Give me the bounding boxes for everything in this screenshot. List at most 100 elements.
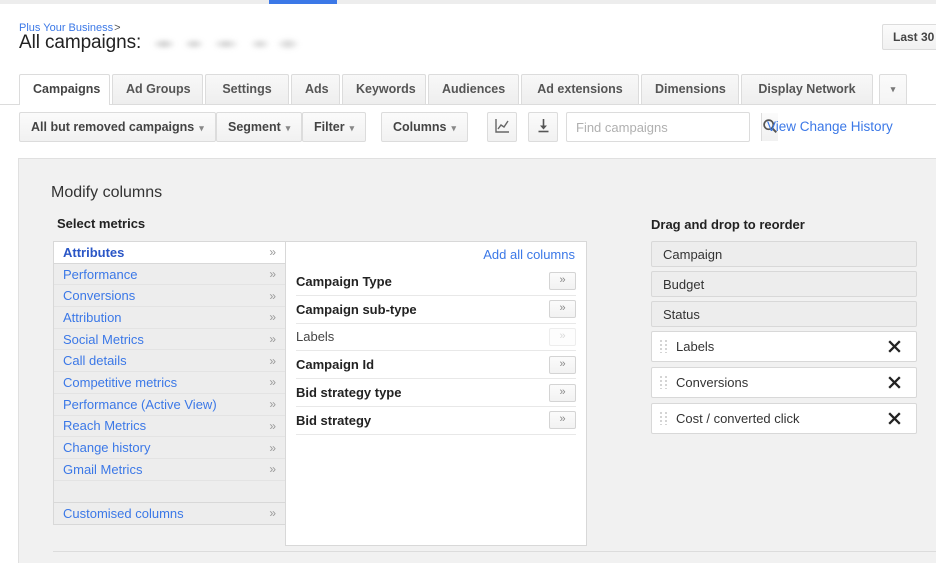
tab-label: Campaigns bbox=[33, 82, 101, 96]
double-chevron-right-icon: » bbox=[269, 506, 276, 521]
selected-column-label: Status bbox=[663, 306, 700, 322]
tab-ad-extensions[interactable]: Ad extensions bbox=[521, 74, 639, 104]
double-chevron-right-icon: » bbox=[269, 440, 276, 455]
metric-row: Bid strategy » bbox=[296, 407, 576, 435]
metric-category-attribution[interactable]: Attribution » bbox=[54, 307, 286, 329]
segment-label: Segment bbox=[228, 120, 281, 134]
campaign-search bbox=[566, 112, 778, 142]
remove-column-icon[interactable] bbox=[884, 337, 904, 357]
selected-column-item[interactable]: Conversions bbox=[651, 367, 917, 398]
selected-column-item[interactable]: Cost / converted click bbox=[651, 403, 917, 434]
metric-row: Campaign Type » bbox=[296, 268, 576, 296]
metric-category-gmail-metrics[interactable]: Gmail Metrics » bbox=[54, 458, 286, 481]
date-range-button[interactable]: Last 30▾ bbox=[882, 24, 936, 50]
view-change-history-link[interactable]: View Change History bbox=[767, 112, 893, 142]
download-report-button[interactable] bbox=[528, 112, 558, 142]
add-metric-button: » bbox=[549, 327, 576, 346]
tab-label: Display Network bbox=[758, 82, 856, 96]
metric-category-label: Change history bbox=[63, 440, 151, 456]
double-chevron-right-icon: » bbox=[269, 375, 276, 390]
metric-category-conversions[interactable]: Conversions » bbox=[54, 285, 286, 308]
metric-row: Bid strategy type » bbox=[296, 379, 576, 407]
download-icon bbox=[536, 118, 551, 136]
main-tabbar: Campaigns Ad Groups Settings Ads Keywords Aud… bbox=[0, 74, 936, 105]
add-metric-button[interactable]: » bbox=[549, 383, 576, 402]
chevron-down-icon: ▾ bbox=[451, 123, 457, 133]
campaigns-toolbar: All but removed campaigns ▾ Segment ▾ Filt… bbox=[0, 112, 936, 144]
tab-dimensions[interactable]: Dimensions bbox=[641, 74, 739, 104]
tab-label: Dimensions bbox=[655, 82, 726, 96]
selected-column-item: Budget bbox=[651, 271, 917, 297]
drag-handle-icon[interactable] bbox=[660, 340, 667, 353]
metric-category-performance[interactable]: Performance » bbox=[54, 263, 286, 286]
double-chevron-right-icon: » bbox=[269, 310, 276, 325]
metric-category-performance-active-view-[interactable]: Performance (Active View) » bbox=[54, 393, 286, 416]
metric-rows: Campaign Type» Campaign sub-type» Labels» C… bbox=[296, 268, 576, 435]
tab-audiences[interactable]: Audiences bbox=[428, 74, 519, 104]
drag-and-drop-heading: Drag and drop to reorder bbox=[651, 217, 805, 232]
selected-column-item[interactable]: Labels bbox=[651, 331, 917, 362]
metric-label: Campaign Id bbox=[296, 357, 375, 373]
date-range-label: Last 30 bbox=[893, 30, 935, 44]
metric-label: Bid strategy bbox=[296, 412, 372, 428]
select-metrics-heading: Select metrics bbox=[57, 216, 146, 231]
metric-category-competitive-metrics[interactable]: Competitive metrics » bbox=[54, 372, 286, 394]
metric-category-label: Conversions bbox=[63, 288, 136, 304]
metric-category-label: Customised columns bbox=[63, 505, 184, 521]
add-metric-button[interactable]: » bbox=[549, 355, 576, 374]
add-metric-button[interactable]: » bbox=[549, 300, 576, 319]
double-chevron-right-icon: » bbox=[269, 245, 276, 260]
metric-row: Campaign sub-type » bbox=[296, 296, 576, 324]
metric-category-change-history[interactable]: Change history » bbox=[54, 437, 286, 459]
tab-label: Ads bbox=[305, 82, 329, 96]
tab-display-network[interactable]: Display Network bbox=[741, 74, 873, 104]
tab-ads[interactable]: Ads bbox=[291, 74, 340, 104]
panel-title: Modify columns bbox=[51, 184, 163, 201]
metric-category-label: Performance (Active View) bbox=[63, 396, 217, 412]
metric-row: Labels » bbox=[296, 324, 576, 352]
drag-handle-icon[interactable] bbox=[660, 412, 667, 425]
metric-label: Labels bbox=[296, 329, 335, 345]
filter-button[interactable]: Filter ▾ bbox=[302, 112, 367, 142]
drag-handle-icon[interactable] bbox=[660, 376, 667, 389]
metric-category-label: Attribution bbox=[63, 309, 122, 325]
selected-column-item: Campaign bbox=[651, 241, 917, 267]
tab-ad-groups[interactable]: Ad Groups bbox=[112, 74, 203, 104]
metric-category-attributes[interactable]: Attributes » bbox=[54, 242, 286, 264]
remove-column-icon[interactable] bbox=[884, 409, 904, 429]
page-title: All campaigns: bbox=[19, 32, 142, 53]
tab-overflow-dropdown[interactable]: ▾ bbox=[879, 74, 907, 104]
chevron-down-icon: ▾ bbox=[285, 123, 291, 133]
add-metric-button[interactable]: » bbox=[549, 272, 576, 291]
metric-row: Campaign Id » bbox=[296, 351, 576, 380]
search-input[interactable] bbox=[567, 113, 761, 141]
chevron-down-icon: ▾ bbox=[349, 123, 355, 133]
metric-category-reach-metrics[interactable]: Reach Metrics » bbox=[54, 415, 286, 438]
metric-category-customised-columns[interactable]: Customised columns » bbox=[54, 502, 286, 524]
line-chart-icon bbox=[494, 118, 510, 136]
metric-category-call-details[interactable]: Call details » bbox=[54, 350, 286, 373]
selected-column-label: Labels bbox=[676, 339, 715, 354]
campaign-scope-filter-button[interactable]: All but removed campaigns ▾ bbox=[19, 112, 216, 142]
metric-category-label: Attributes bbox=[63, 244, 125, 260]
selected-column-label: Campaign bbox=[663, 246, 723, 262]
chart-toggle-button[interactable] bbox=[487, 112, 517, 142]
metric-category-label: Call details bbox=[63, 353, 127, 369]
tab-label: Settings bbox=[222, 82, 272, 96]
remove-column-icon[interactable] bbox=[884, 373, 904, 393]
metric-category-social-metrics[interactable]: Social Metrics » bbox=[54, 328, 286, 351]
filter-label: Filter bbox=[314, 120, 345, 134]
add-metric-button[interactable]: » bbox=[549, 411, 576, 430]
metric-category-label: Competitive metrics bbox=[63, 374, 178, 390]
metric-label: Campaign sub-type bbox=[296, 301, 417, 317]
tab-campaigns[interactable]: Campaigns bbox=[19, 74, 110, 105]
metric-category-label: Social Metrics bbox=[63, 331, 144, 347]
tab-keywords[interactable]: Keywords bbox=[342, 74, 426, 104]
account-name-redacted bbox=[148, 32, 311, 54]
add-all-columns-link[interactable]: Add all columns bbox=[483, 247, 575, 262]
segment-button[interactable]: Segment ▾ bbox=[216, 112, 303, 142]
tab-settings[interactable]: Settings bbox=[205, 74, 289, 104]
columns-button[interactable]: Columns ▾ bbox=[381, 112, 469, 142]
tab-label: Keywords bbox=[356, 82, 416, 96]
columns-label: Columns bbox=[393, 120, 447, 134]
